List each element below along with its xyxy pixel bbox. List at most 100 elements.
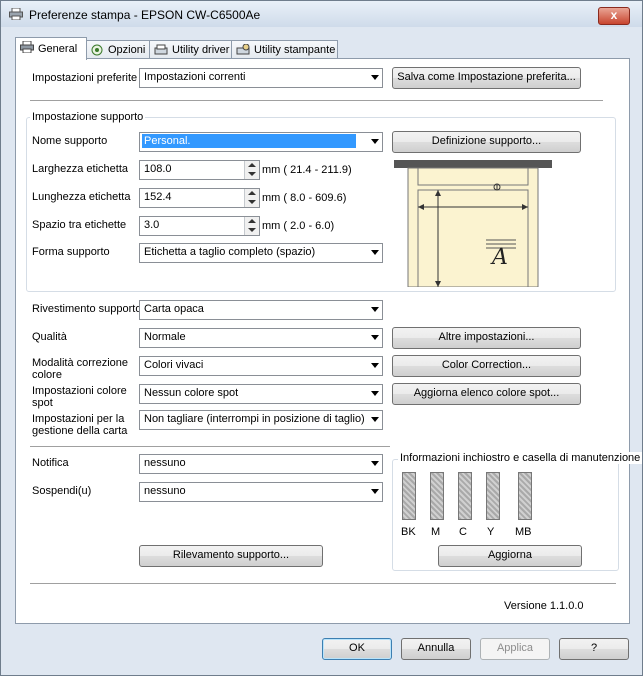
media-detection-button[interactable]: Rilevamento supporto... xyxy=(139,545,323,567)
driver-utility-icon xyxy=(154,44,168,55)
divider xyxy=(30,446,390,448)
chevron-down-icon xyxy=(371,461,379,466)
ink-levels xyxy=(402,472,562,520)
chevron-down-icon xyxy=(371,489,379,494)
media-shape-value: Etichetta a taglio completo (spazio) xyxy=(144,246,316,258)
arrow-down-icon xyxy=(248,228,256,232)
suspend-label: Sospendi(u) xyxy=(32,485,92,497)
notification-label: Notifica xyxy=(32,457,69,469)
color-correction-label: Modalità correzione colore xyxy=(32,357,128,381)
ink-label-y: Y xyxy=(487,526,495,538)
tab-label: Utility stampante xyxy=(254,44,336,56)
media-coating-value: Carta opaca xyxy=(144,303,204,315)
label-gap-range: mm ( 2.0 - 6.0) xyxy=(262,220,335,232)
preferred-settings-value: Impostazioni correnti xyxy=(144,71,246,83)
notification-value: nessuno xyxy=(144,457,186,469)
tab-utility-driver[interactable]: Utility driver xyxy=(149,40,233,59)
tab-label: Utility driver xyxy=(172,44,230,56)
media-definition-button[interactable]: Definizione supporto... xyxy=(392,131,581,153)
tab-opzioni[interactable]: Opzioni xyxy=(85,40,151,59)
paper-handling-value: Non tagliare (interrompi in posizione di… xyxy=(144,413,365,425)
color-correction-select[interactable]: Colori vivaci xyxy=(139,356,383,376)
tab-general[interactable]: General xyxy=(15,37,87,60)
label-width-value: 108.0 xyxy=(144,163,172,175)
printer-utility-icon xyxy=(236,44,250,55)
general-panel: Impostazioni preferite Impostazioni corr… xyxy=(15,58,643,624)
update-ink-button[interactable]: Aggiorna xyxy=(438,545,582,567)
options-icon xyxy=(91,44,103,56)
cancel-button[interactable]: Annulla xyxy=(401,638,471,660)
help-button[interactable]: ? xyxy=(559,638,629,660)
chevron-down-icon xyxy=(371,250,379,255)
media-shape-select[interactable]: Etichetta a taglio completo (spazio) xyxy=(139,243,383,263)
save-preferred-button[interactable]: Salva come Impostazione preferita... xyxy=(392,67,581,89)
media-name-select[interactable]: Personal. xyxy=(139,132,383,152)
ink-cartridge-icon xyxy=(402,472,416,520)
printer-icon xyxy=(9,8,23,20)
label-length-stepper[interactable]: 152.4 xyxy=(139,188,260,208)
chevron-down-icon xyxy=(371,335,379,340)
close-icon: x xyxy=(610,8,618,22)
divider xyxy=(30,583,616,585)
tab-label: Opzioni xyxy=(108,44,146,56)
spot-color-select[interactable]: Nessun colore spot xyxy=(139,384,383,404)
media-coating-select[interactable]: Carta opaca xyxy=(139,300,383,320)
quality-select[interactable]: Normale xyxy=(139,328,383,348)
color-correction-button[interactable]: Color Correction... xyxy=(392,355,581,377)
spot-color-value: Nessun colore spot xyxy=(144,387,239,399)
arrow-up-icon xyxy=(248,219,256,223)
divider xyxy=(30,100,603,102)
window-title: Preferenze stampa - EPSON CW-C6500Ae xyxy=(29,8,261,22)
spin-buttons[interactable] xyxy=(244,217,259,235)
label-width-stepper[interactable]: 108.0 xyxy=(139,160,260,180)
label-gap-stepper[interactable]: 3.0 xyxy=(139,216,260,236)
chevron-down-icon xyxy=(371,307,379,312)
arrow-up-icon xyxy=(248,191,256,195)
ink-label-bk: BK xyxy=(401,526,416,538)
suspend-value: nessuno xyxy=(144,485,186,497)
ink-cartridge-icon xyxy=(458,472,472,520)
arrow-down-icon xyxy=(248,200,256,204)
ink-cartridge-icon xyxy=(486,472,500,520)
paper-handling-label: Impostazioni per la gestione della carta xyxy=(32,413,128,437)
notification-select[interactable]: nessuno xyxy=(139,454,383,474)
chevron-down-icon xyxy=(371,75,379,80)
chevron-down-icon xyxy=(371,391,379,396)
ink-cartridge-icon xyxy=(430,472,444,520)
title-bar[interactable]: Preferenze stampa - EPSON CW-C6500Ae x xyxy=(1,1,642,27)
chevron-down-icon xyxy=(371,363,379,368)
media-group-title: Impostazione supporto xyxy=(30,111,146,123)
spin-buttons[interactable] xyxy=(244,161,259,179)
ink-label-mb: MB xyxy=(515,526,532,538)
update-spot-list-button[interactable]: Aggiorna elenco colore spot... xyxy=(392,383,581,405)
suspend-select[interactable]: nessuno xyxy=(139,482,383,502)
printer-icon xyxy=(20,41,34,53)
maintenance-box-icon xyxy=(518,472,532,520)
close-button[interactable]: x xyxy=(598,7,630,25)
media-preview-diagram: A xyxy=(394,160,552,287)
ink-group-title: Informazioni inchiostro e casella di man… xyxy=(398,452,643,464)
label-length-label: Lunghezza etichetta xyxy=(32,191,131,203)
apply-button[interactable]: Applica xyxy=(480,638,550,660)
media-shape-label: Forma supporto xyxy=(32,246,110,258)
label-width-range: mm ( 21.4 - 211.9) xyxy=(262,164,352,176)
preferred-settings-select[interactable]: Impostazioni correnti xyxy=(139,68,383,88)
preferred-settings-label: Impostazioni preferite xyxy=(32,72,138,84)
spot-color-label: Impostazioni colore spot xyxy=(32,385,127,409)
spin-buttons[interactable] xyxy=(244,189,259,207)
label-length-value: 152.4 xyxy=(144,191,172,203)
label-gap-label: Spazio tra etichette xyxy=(32,219,127,231)
ok-button[interactable]: OK xyxy=(322,638,392,660)
paper-handling-select[interactable]: Non tagliare (interrompi in posizione di… xyxy=(139,410,383,430)
media-coating-label: Rivestimento supporto xyxy=(32,303,142,315)
color-correction-value: Colori vivaci xyxy=(144,359,204,371)
media-name-value: Personal. xyxy=(142,134,356,148)
preview-glyph: A xyxy=(490,245,508,270)
label-gap-value: 3.0 xyxy=(144,219,160,231)
more-settings-button[interactable]: Altre impostazioni... xyxy=(392,327,581,349)
tab-label: General xyxy=(38,43,78,55)
printing-preferences-window: Preferenze stampa - EPSON CW-C6500Ae x G… xyxy=(0,0,643,676)
tab-utility-stampante[interactable]: Utility stampante xyxy=(231,40,338,59)
version-text: Versione 1.1.0.0 xyxy=(504,600,584,612)
label-width-label: Larghezza etichetta xyxy=(32,163,129,175)
